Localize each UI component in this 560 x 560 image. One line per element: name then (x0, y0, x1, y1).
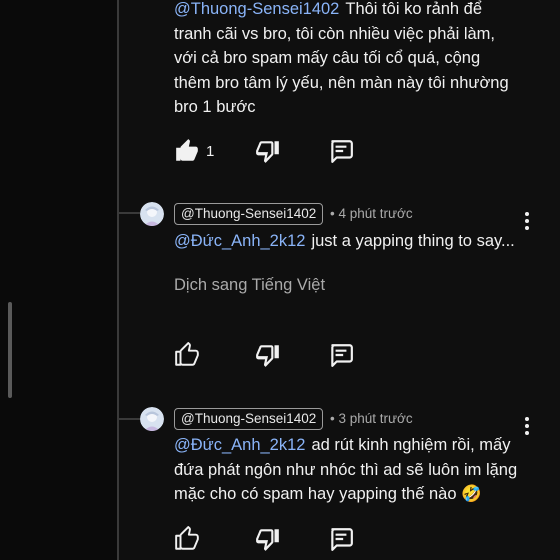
avatar[interactable] (140, 202, 164, 226)
thread-line (117, 0, 119, 560)
left-panel (0, 0, 118, 560)
translate-link[interactable]: Dịch sang Tiếng Việt (174, 276, 325, 295)
reply-button[interactable] (328, 138, 354, 164)
like-button[interactable] (174, 342, 200, 368)
dislike-icon (255, 138, 281, 164)
comment-text: @Đức_Anh_2k12 just a yapping thing to say… (174, 229, 520, 254)
dislike-button[interactable] (255, 342, 281, 368)
mention-link[interactable]: @Đức_Anh_2k12 (174, 232, 305, 250)
timestamp: • 4 phút trước (330, 206, 413, 221)
like-count: 1 (206, 142, 215, 160)
dislike-button[interactable] (255, 138, 281, 164)
reply-2: @Thuong-Sensei1402 • 4 phút trước @Đức_A… (140, 202, 560, 382)
author-handle[interactable]: @Thuong-Sensei1402 (174, 408, 324, 430)
reply-icon (328, 526, 354, 552)
reply-1: @Thuong-Sensei1402 Thôi tôi ko rảnh để tr… (140, 0, 560, 180)
more-options-icon[interactable] (524, 212, 530, 230)
like-button[interactable]: 1 (174, 138, 214, 164)
reply-3: @Thuong-Sensei1402 • 3 phút trước @Đức_A… (140, 407, 560, 560)
comment-text: @Thuong-Sensei1402 Thôi tôi ko rảnh để tr… (174, 0, 520, 120)
thread-connector (118, 212, 140, 214)
like-icon (174, 138, 200, 164)
avatar[interactable] (140, 407, 164, 431)
more-options-icon[interactable] (524, 417, 530, 435)
dislike-button[interactable] (255, 526, 281, 552)
like-button[interactable] (174, 526, 200, 552)
comment-body: just a yapping thing to say... (311, 232, 515, 250)
reply-icon (328, 138, 354, 164)
comment-text: @Đức_Anh_2k12 ad rút kinh nghiệm rồi, mấy… (174, 433, 520, 507)
timestamp: • 3 phút trước (330, 411, 413, 426)
like-icon (174, 342, 200, 368)
dislike-icon (255, 526, 281, 552)
reply-button[interactable] (328, 342, 354, 368)
mention-link[interactable]: @Thuong-Sensei1402 (174, 0, 339, 18)
reply-button[interactable] (328, 526, 354, 552)
mention-link[interactable]: @Đức_Anh_2k12 (174, 436, 305, 454)
reply-icon (328, 342, 354, 368)
like-icon (174, 526, 200, 552)
scroll-indicator[interactable] (8, 302, 12, 398)
dislike-icon (255, 342, 281, 368)
thread-connector (118, 418, 140, 420)
author-handle[interactable]: @Thuong-Sensei1402 (174, 203, 324, 225)
